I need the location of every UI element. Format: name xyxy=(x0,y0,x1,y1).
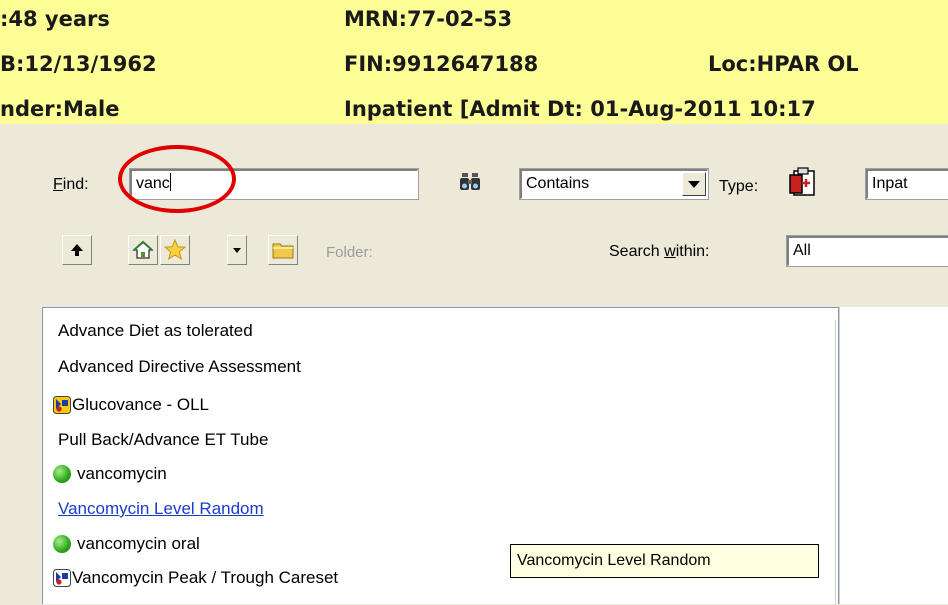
list-item[interactable]: Vancomycin Peak / Trough Careset xyxy=(53,566,338,590)
chevron-down-icon[interactable] xyxy=(682,172,706,196)
patient-encounter: Inpatient [Admit Dt: 01-Aug-2011 10:17 xyxy=(344,97,816,121)
list-item[interactable]: Glucovance - OLL xyxy=(53,393,209,417)
list-item[interactable]: Pull Back/Advance ET Tube xyxy=(58,428,268,452)
patient-fin: FIN:9912647188 xyxy=(344,52,539,76)
up-level-button[interactable] xyxy=(62,235,92,265)
search-within-label: Search within: xyxy=(609,243,710,260)
medication-icon xyxy=(53,535,71,553)
find-input[interactable]: vanc xyxy=(129,168,419,200)
home-icon xyxy=(132,240,154,259)
folder-button[interactable] xyxy=(268,235,298,265)
patient-dob: B:12/13/1962 xyxy=(0,52,157,76)
medication-icon xyxy=(53,465,71,483)
chevron-down-icon xyxy=(233,247,241,253)
folder-icon xyxy=(272,243,294,259)
detail-pane xyxy=(839,307,948,604)
list-item[interactable]: vancomycin oral xyxy=(53,532,200,556)
star-icon xyxy=(164,239,186,261)
patient-age: :48 years xyxy=(0,7,110,31)
type-select[interactable]: Inpat xyxy=(865,168,948,200)
type-label: Type: xyxy=(719,178,759,195)
list-item[interactable]: Advanced Directive Assessment xyxy=(58,355,301,379)
list-item[interactable]: Advance Diet as tolerated xyxy=(58,319,253,343)
find-label: Find: xyxy=(53,176,89,193)
order-type-icon xyxy=(788,167,818,204)
patient-mrn: MRN:77-02-53 xyxy=(344,7,513,31)
careset-icon xyxy=(53,569,71,587)
up-arrow-icon xyxy=(71,244,83,256)
list-item[interactable]: vancomycin xyxy=(53,462,167,486)
careset-icon xyxy=(53,396,71,414)
favorites-dropdown[interactable] xyxy=(227,235,247,265)
tooltip: Vancomycin Level Random xyxy=(510,544,819,578)
match-mode-select[interactable]: Contains xyxy=(519,168,709,200)
folder-label: Folder: xyxy=(326,244,373,261)
search-within-select[interactable]: All xyxy=(786,235,948,267)
patient-location: Loc:HPAR OL xyxy=(708,52,859,76)
patient-gender: nder:Male xyxy=(0,97,120,121)
favorites-button[interactable] xyxy=(160,235,190,265)
list-item-hovered[interactable]: Vancomycin Level Random xyxy=(58,497,264,521)
binoculars-icon[interactable] xyxy=(458,171,482,200)
home-button[interactable] xyxy=(128,235,158,265)
patient-banner: :48 years B:12/13/1962 nder:Male MRN:77-… xyxy=(0,0,948,124)
